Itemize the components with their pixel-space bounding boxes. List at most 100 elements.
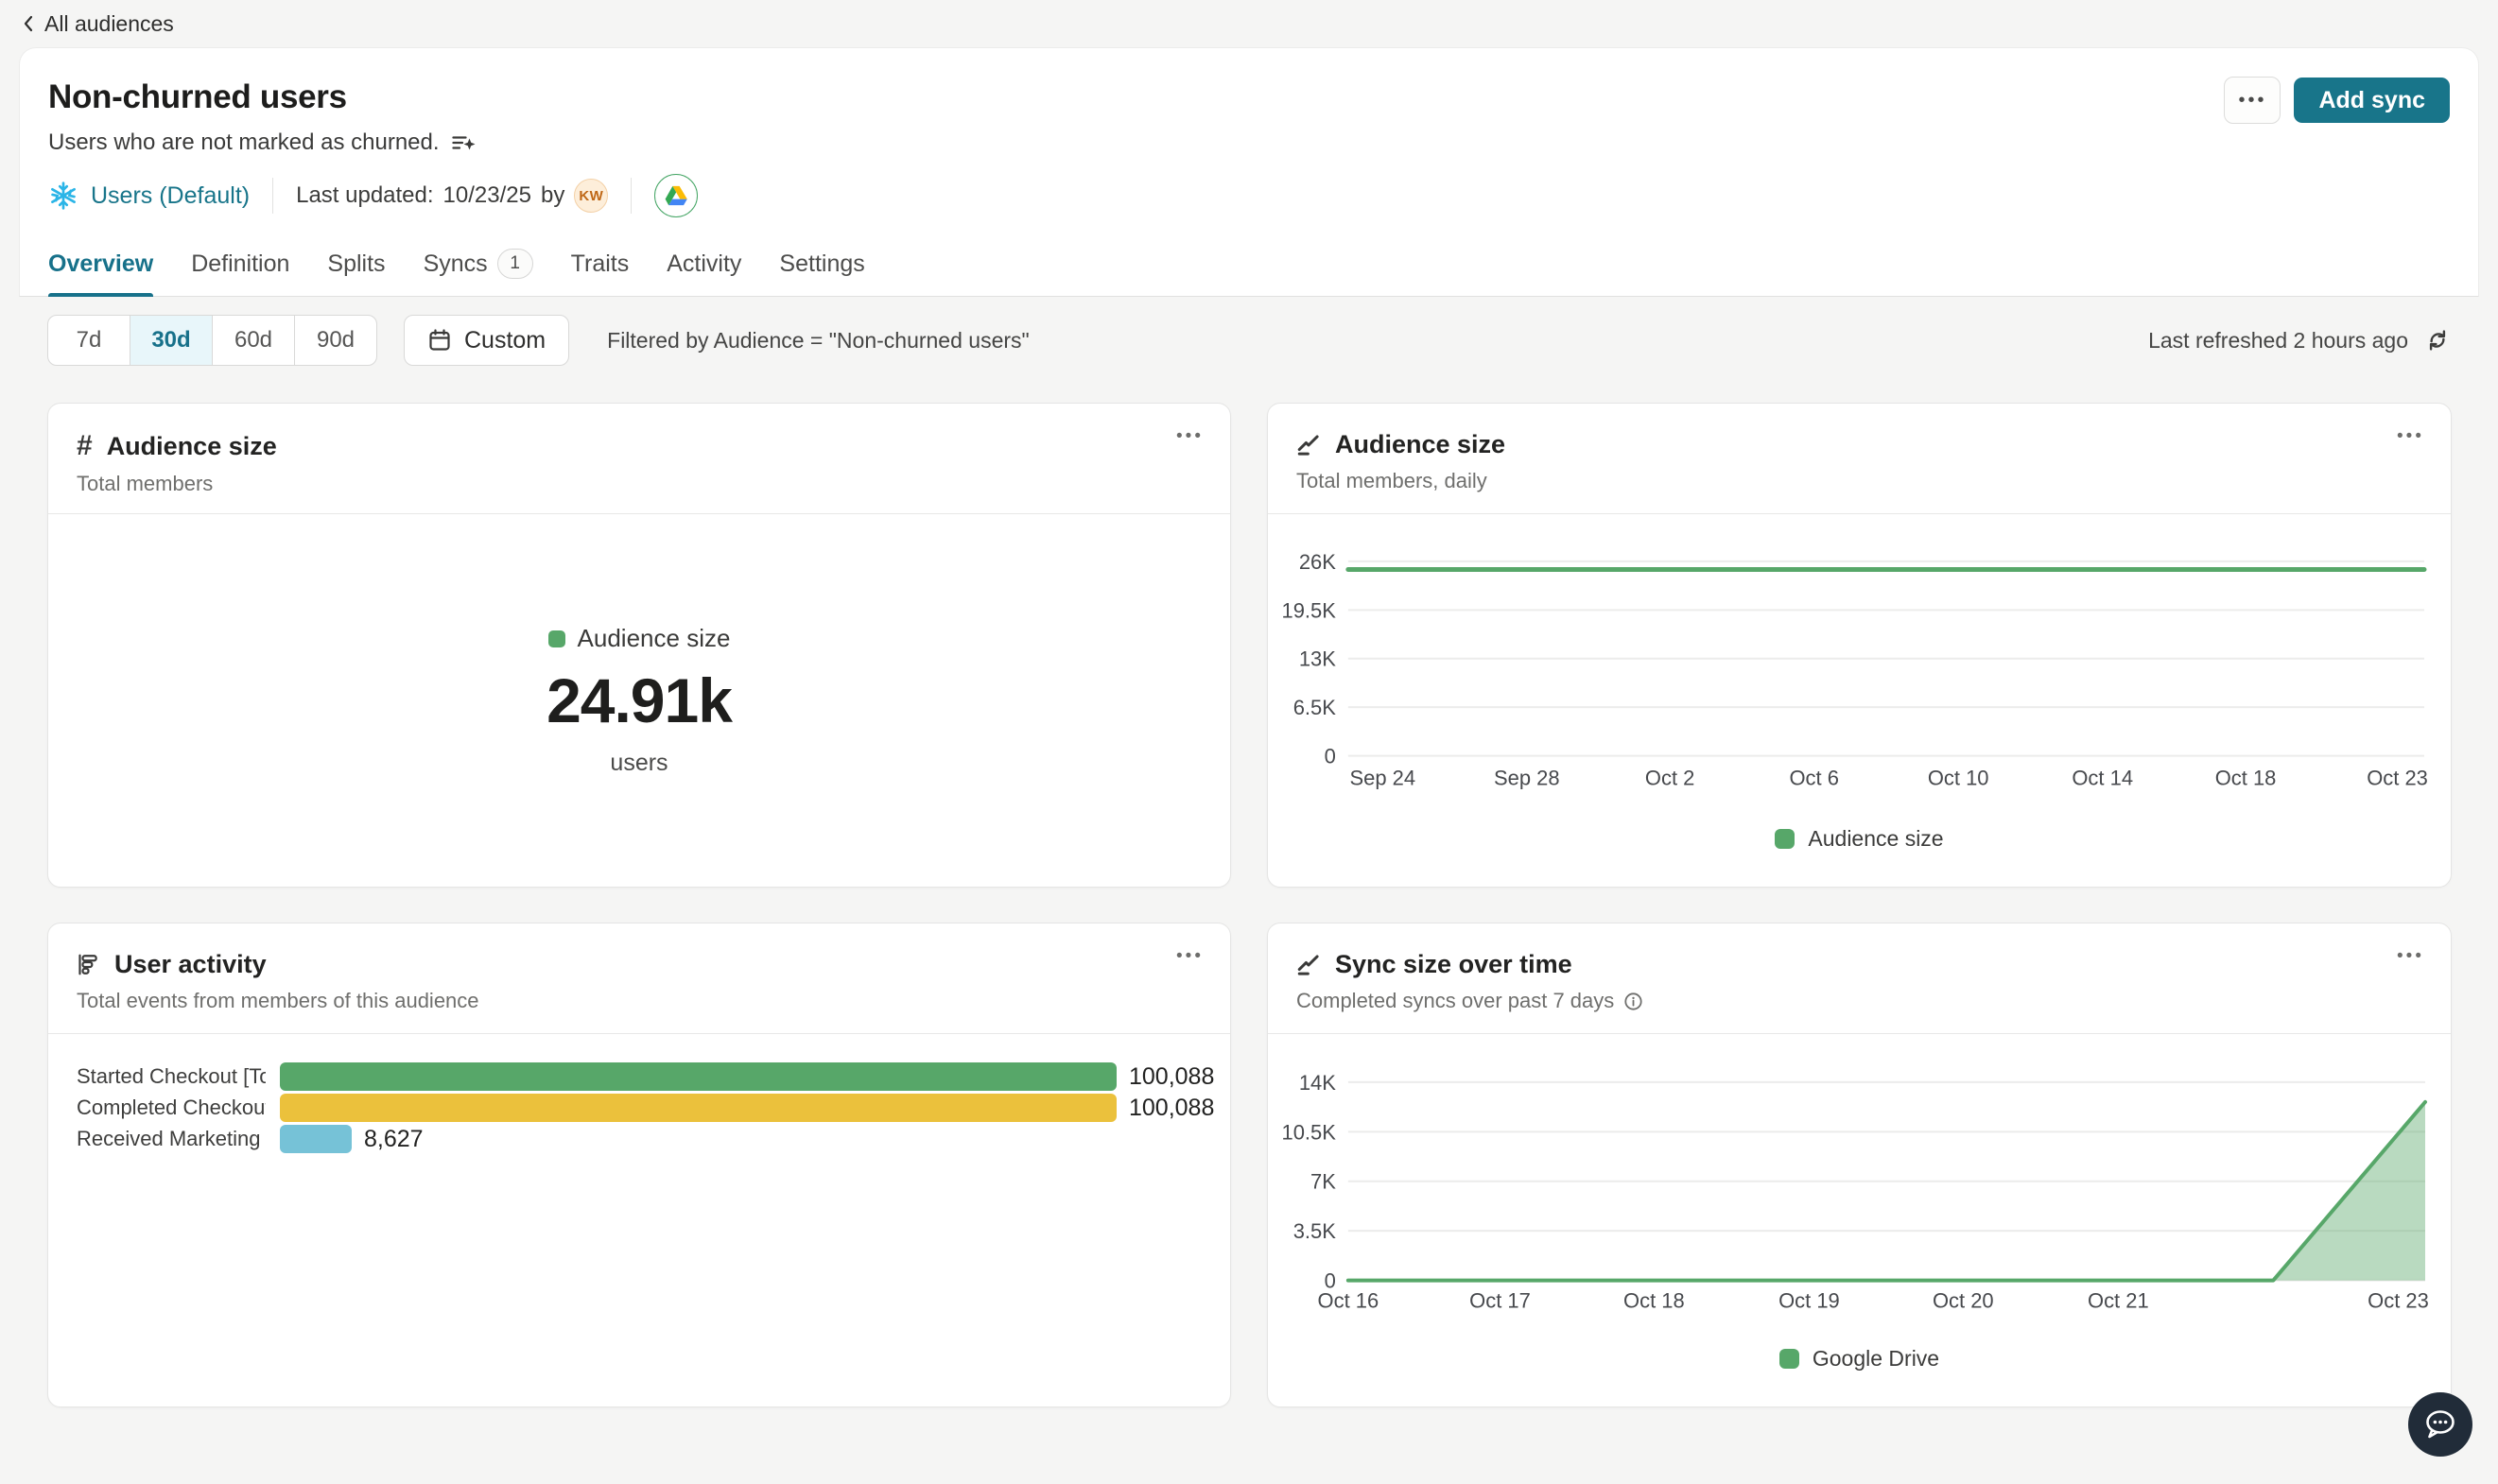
activity-bar-row: Received Marketing E…8,627 <box>48 1125 1230 1153</box>
series-area <box>1348 1102 2425 1281</box>
card-title: Audience size <box>107 432 277 461</box>
x-tick-label: Sep 28 <box>1494 767 1560 790</box>
info-icon[interactable] <box>1623 992 1643 1011</box>
activity-bar-row: Started Checkout [Tot…100,088 <box>48 1062 1230 1091</box>
tab-settings[interactable]: Settings <box>779 249 864 297</box>
x-tick-label: Oct 23 <box>2367 767 2428 790</box>
activity-bar[interactable] <box>280 1125 352 1153</box>
snowflake-icon <box>48 181 78 211</box>
divider <box>631 178 632 214</box>
tab-traits[interactable]: Traits <box>571 249 630 297</box>
refresh-icon[interactable] <box>2423 326 2452 354</box>
chart-legend: Google Drive <box>1268 1346 2451 1372</box>
chat-bubble-icon <box>2420 1406 2460 1443</box>
range-60d[interactable]: 60d <box>213 316 295 365</box>
activity-bar-value: 8,627 <box>364 1126 424 1153</box>
audience-overview-page: All audiences Non-churned users Users wh… <box>0 0 2498 1484</box>
card-title: Audience size <box>1335 430 1505 459</box>
google-drive-icon <box>665 184 687 207</box>
x-tick-label: Oct 6 <box>1789 767 1838 790</box>
card-menu-button[interactable]: ••• <box>1176 426 1204 447</box>
dashboard-grid: # Audience size Total members ••• Audien… <box>47 403 2452 1407</box>
tab-label: Syncs <box>424 250 488 278</box>
more-actions-button[interactable]: ••• <box>2224 77 2281 124</box>
range-90d[interactable]: 90d <box>295 316 376 365</box>
card-menu-button[interactable]: ••• <box>1176 946 1204 967</box>
back-chevron-icon <box>21 14 36 33</box>
breadcrumb[interactable]: All audiences <box>0 0 2498 47</box>
x-tick-label: Oct 14 <box>2072 767 2133 790</box>
tab-splits[interactable]: Splits <box>327 249 385 297</box>
card-header: User activity Total events from members … <box>48 923 1230 1034</box>
avatar[interactable]: KW <box>574 179 608 213</box>
tab-label: Definition <box>191 250 289 278</box>
parent-model-link[interactable]: Users (Default) <box>48 181 250 211</box>
date-range-segmented-control: 7d30d60d90d <box>47 315 377 366</box>
y-tick-label: 7K <box>1310 1170 1336 1194</box>
tab-definition[interactable]: Definition <box>191 249 289 297</box>
tab-bar: Overview Definition Splits Syncs 1 Traits Acti… <box>48 249 865 297</box>
legend-label: Google Drive <box>1813 1346 1939 1372</box>
bar-chart-icon <box>77 953 100 976</box>
line-chart-icon <box>1296 433 1321 457</box>
parent-model-label: Users (Default) <box>91 182 250 210</box>
google-drive-destination-badge[interactable] <box>654 174 698 217</box>
tab-syncs[interactable]: Syncs 1 <box>424 249 533 297</box>
y-tick-label: 10.5K <box>1282 1120 1337 1144</box>
filter-bar: 7d30d60d90d Custom Filtered by Audience … <box>47 314 2452 367</box>
x-tick-label: Oct 23 <box>2368 1289 2429 1313</box>
card-subtitle: Total members <box>77 472 1202 496</box>
tab-label: Activity <box>667 250 741 278</box>
audience-size-unit: users <box>610 750 668 777</box>
y-tick-label: 3.5K <box>1293 1219 1337 1243</box>
range-30d[interactable]: 30d <box>130 316 213 365</box>
x-tick-label: Oct 18 <box>1623 1289 1685 1313</box>
y-tick-label: 26K <box>1299 550 1336 574</box>
card-menu-button[interactable]: ••• <box>2397 946 2424 967</box>
x-tick-label: Sep 24 <box>1349 767 1415 790</box>
ai-description-icon[interactable] <box>451 130 477 156</box>
card-menu-button[interactable]: ••• <box>2397 426 2424 447</box>
card-subtitle: Total members, daily <box>1296 469 2422 493</box>
activity-bar[interactable] <box>280 1094 1117 1122</box>
audience-size-chart-card: Audience size Total members, daily ••• 0… <box>1267 403 2452 888</box>
tab-label: Settings <box>779 250 864 278</box>
card-header: Audience size Total members, daily <box>1268 404 2451 514</box>
stat-legend: Audience size <box>548 624 731 653</box>
activity-bar-row: Completed Checkout […100,088 <box>48 1094 1230 1122</box>
tab-count-badge: 1 <box>497 249 533 279</box>
legend-label: Audience size <box>1808 826 1943 852</box>
activity-bar-value: 100,088 <box>1129 1095 1214 1122</box>
range-7d[interactable]: 7d <box>48 316 130 365</box>
header-actions: ••• Add sync <box>2224 77 2450 124</box>
audience-size-value: 24.91k <box>546 664 732 736</box>
legend-swatch <box>1779 1349 1799 1369</box>
breadcrumb-label: All audiences <box>44 11 174 37</box>
custom-range-button[interactable]: Custom <box>404 315 569 366</box>
last-updated-prefix: Last updated: <box>296 182 433 209</box>
card-subtitle: Total events from members of this audien… <box>77 989 1202 1013</box>
tab-label: Overview <box>48 250 153 278</box>
audience-size-stat-card: # Audience size Total members ••• Audien… <box>47 403 1231 888</box>
card-header: # Audience size Total members <box>48 404 1230 514</box>
last-refreshed: Last refreshed 2 hours ago <box>2148 326 2452 354</box>
chart-legend: Audience size <box>1268 826 2451 852</box>
x-tick-label: Oct 16 <box>1318 1289 1379 1313</box>
activity-bar-label: Started Checkout [Tot… <box>77 1064 266 1089</box>
card-subtitle: Completed syncs over past 7 days <box>1296 989 1614 1013</box>
tab-activity[interactable]: Activity <box>667 249 741 297</box>
add-sync-button[interactable]: Add sync <box>2294 78 2450 123</box>
x-tick-label: Oct 2 <box>1645 767 1694 790</box>
tab-overview[interactable]: Overview <box>48 249 153 297</box>
card-header: Sync size over time Completed syncs over… <box>1268 923 2451 1034</box>
chat-widget-button[interactable] <box>2408 1392 2472 1457</box>
activity-bar[interactable] <box>280 1062 1117 1091</box>
legend-swatch <box>1775 829 1795 849</box>
stat-legend-label: Audience size <box>578 624 731 653</box>
y-tick-label: 6.5K <box>1293 696 1337 719</box>
audience-description-text: Users who are not marked as churned. <box>48 129 440 156</box>
x-tick-label: Oct 20 <box>1933 1289 1994 1313</box>
user-activity-bars: Started Checkout [Tot…100,088Completed C… <box>48 1034 1230 1153</box>
y-tick-label: 14K <box>1299 1071 1336 1095</box>
line-chart-icon <box>1296 953 1321 977</box>
